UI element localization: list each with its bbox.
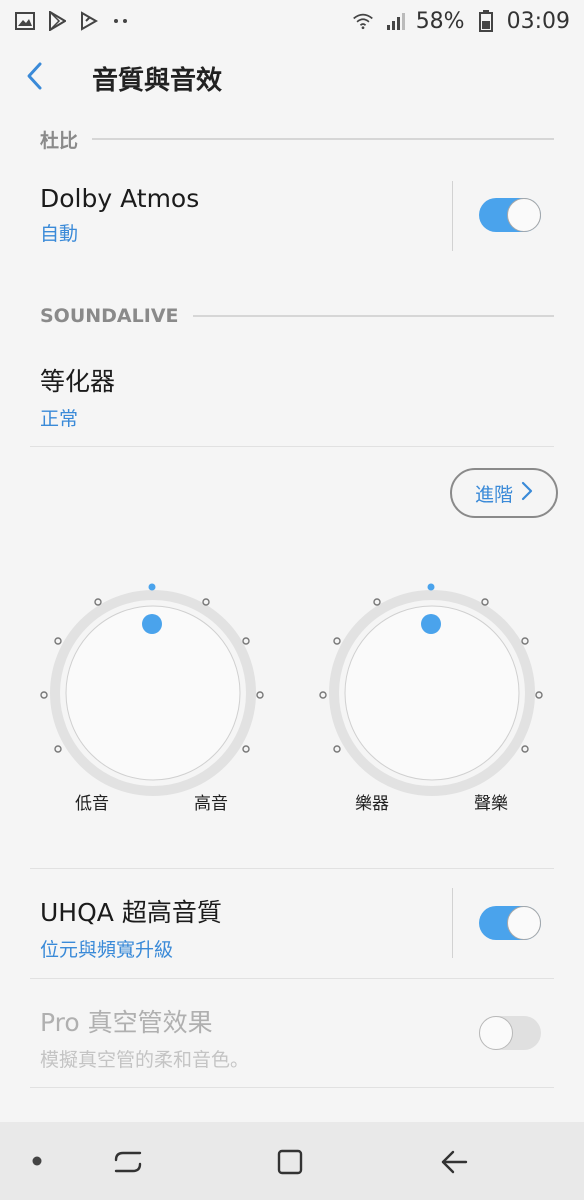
dial-tick <box>481 598 489 606</box>
navigation-bar <box>0 1122 584 1200</box>
gallery-icon <box>14 10 36 32</box>
tube-amp-toggle <box>479 1016 541 1050</box>
status-bar: 58% 03:09 <box>0 0 584 42</box>
dial-indicator <box>421 614 441 634</box>
toggle-thumb <box>507 906 541 940</box>
uhqa-title: UHQA 超高音質 <box>40 898 222 927</box>
dial-tick <box>373 598 381 606</box>
dial-tick <box>333 637 341 645</box>
section-divider <box>92 138 554 140</box>
dial-tick <box>521 745 529 753</box>
back-icon[interactable] <box>430 1142 478 1182</box>
dial-tick-active <box>427 583 435 591</box>
dial-tick <box>40 691 48 699</box>
recents-icon[interactable] <box>104 1142 152 1182</box>
tube-amp-subtitle: 模擬真空管的柔和音色。 <box>40 1049 250 1071</box>
row-divider <box>30 1087 554 1088</box>
section-header-dolby: 杜比 <box>40 124 554 154</box>
dial-tick <box>94 598 102 606</box>
uhqa-row[interactable]: UHQA 超高音質 位元與頻寬升級 <box>40 893 554 962</box>
row-divider <box>30 446 554 447</box>
row-separator <box>452 181 453 251</box>
tube-amp-row: Pro 真空管效果 模擬真空管的柔和音色。 <box>40 1003 554 1072</box>
dial-tick <box>319 691 327 699</box>
advanced-label: 進階 <box>474 483 513 506</box>
dial-label-instrument: 樂器 <box>355 794 389 814</box>
chevron-left-icon <box>24 61 44 95</box>
dial-tick <box>54 637 62 645</box>
dial-label-vocal: 聲樂 <box>474 794 508 814</box>
battery-percent: 58% <box>415 8 465 34</box>
row-divider <box>30 868 554 869</box>
dial-indicator <box>142 614 162 634</box>
page-title: 音質與音效 <box>92 65 223 96</box>
equalizer-title: 等化器 <box>40 367 116 396</box>
more-dots-icon <box>110 10 132 32</box>
toggle-thumb <box>507 198 541 232</box>
clock: 03:09 <box>506 8 570 34</box>
app-header: 音質與音效 <box>0 42 584 114</box>
dial-label-treble: 高音 <box>194 794 228 814</box>
section-label: 杜比 <box>40 129 79 152</box>
dolby-atmos-toggle[interactable] <box>479 198 541 232</box>
tube-amp-title: Pro 真空管效果 <box>40 1008 213 1037</box>
dial-label-bass: 低音 <box>75 794 109 814</box>
section-divider <box>192 315 554 317</box>
dial-tick-active <box>148 583 156 591</box>
equalizer-subtitle: 正常 <box>40 408 79 430</box>
equalizer-row[interactable]: 等化器 正常 <box>40 362 554 431</box>
row-separator <box>452 888 453 958</box>
battery-icon <box>475 10 497 32</box>
dial-tick <box>202 598 210 606</box>
video-icon <box>78 10 100 32</box>
home-icon[interactable] <box>266 1142 314 1182</box>
dolby-atmos-title: Dolby Atmos <box>40 184 200 213</box>
dot-icon[interactable] <box>26 1150 48 1172</box>
chevron-right-icon <box>521 481 533 505</box>
dial-tick <box>521 637 529 645</box>
back-button[interactable] <box>24 42 84 114</box>
toggle-thumb <box>479 1016 513 1050</box>
row-divider <box>30 978 554 979</box>
dial-tick <box>54 745 62 753</box>
play-store-icon <box>46 10 68 32</box>
uhqa-subtitle: 位元與頻寬升級 <box>40 939 174 961</box>
wifi-icon <box>352 10 374 32</box>
dolby-atmos-row[interactable]: Dolby Atmos 自動 <box>40 184 554 246</box>
dial-tick <box>535 691 543 699</box>
status-system: 58% 03:09 <box>352 9 570 34</box>
bass-treble-dial[interactable] <box>38 578 268 808</box>
status-notifications <box>14 10 132 32</box>
instrument-vocal-dial[interactable] <box>317 578 547 808</box>
dial-tick <box>333 745 341 753</box>
dolby-atmos-subtitle: 自動 <box>40 223 79 245</box>
dial-tick <box>256 691 264 699</box>
dial-tick <box>242 637 250 645</box>
uhqa-toggle[interactable] <box>479 906 541 940</box>
advanced-button[interactable]: 進階 <box>450 468 558 518</box>
dial-tick <box>242 745 250 753</box>
signal-icon <box>384 10 406 32</box>
section-label: SOUNDALIVE <box>40 305 179 327</box>
section-header-soundalive: SOUNDALIVE <box>40 301 554 331</box>
